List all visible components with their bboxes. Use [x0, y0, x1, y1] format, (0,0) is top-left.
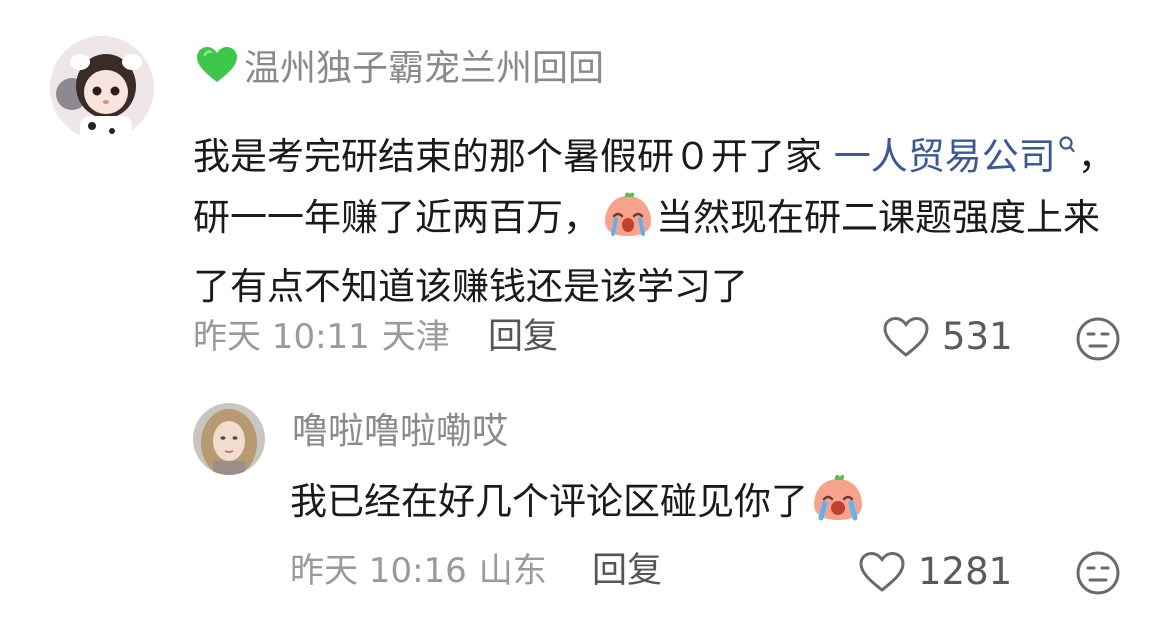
comment-text: 我已经在好几个评论区碰见你了 [290, 474, 1090, 538]
dislike-button[interactable] [1075, 550, 1121, 596]
comment-username[interactable]: 温州独子霸宠兰州回回 [196, 46, 604, 95]
crying-emoji-icon [810, 474, 866, 538]
avatar-image [50, 36, 154, 140]
user-avatar[interactable] [50, 36, 154, 140]
user-avatar[interactable] [193, 403, 265, 475]
comment-time: 昨天 10:11 [193, 317, 370, 357]
company-link[interactable]: 一人贸易公司 [834, 135, 1078, 178]
heart-outline-icon [883, 316, 929, 357]
like-count: 531 [942, 315, 1013, 358]
meh-face-icon [1076, 317, 1120, 361]
comment-location: 天津 [381, 317, 450, 357]
reply-button[interactable]: 回复 [592, 551, 662, 591]
green-heart-icon [196, 46, 238, 95]
username-text: 温州独子霸宠兰州回回 [244, 48, 605, 89]
reply-button[interactable]: 回复 [488, 317, 558, 357]
search-icon [1058, 112, 1076, 173]
comment-text-part-1: 我是考完研结束的那个暑假研０开了家 [193, 135, 834, 178]
comment-text-body: 我已经在好几个评论区碰见你了 [290, 480, 808, 523]
crying-emoji-icon [602, 192, 654, 256]
link-text: 一人贸易公司 [833, 135, 1056, 178]
comment-text: 我是考完研结束的那个暑假研０开了家 一人贸易公司 ，研一一年赚了近两百万， 当然现… [193, 112, 1123, 317]
like-count: 1281 [918, 550, 1013, 593]
avatar-image [193, 403, 265, 475]
comment-meta: 昨天 10:11 天津 [193, 317, 450, 357]
like-button[interactable]: 1281 [858, 550, 1012, 593]
comment-time: 昨天 10:16 [290, 551, 467, 591]
heart-outline-icon [859, 551, 905, 592]
comment-username[interactable]: 噜啦噜啦嘞哎 [292, 410, 508, 454]
meh-face-icon [1076, 551, 1120, 595]
like-button[interactable]: 531 [882, 315, 1013, 358]
comment-meta: 昨天 10:16 山东 [290, 551, 547, 591]
comment-location: 山东 [478, 551, 547, 591]
dislike-button[interactable] [1075, 316, 1121, 362]
